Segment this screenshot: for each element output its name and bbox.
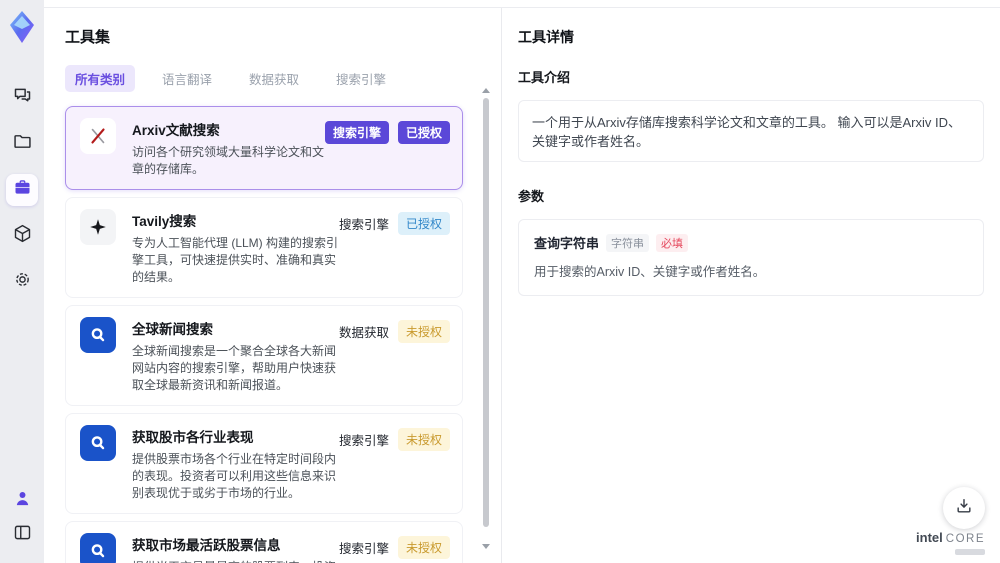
scroll-up-arrow-icon[interactable] xyxy=(482,88,490,93)
tab-data-fetch[interactable]: 数据获取 xyxy=(239,65,309,92)
tool-card-global-news[interactable]: 全球新闻搜索 全球新闻搜索是一个聚合全球各大新闻网站内容的搜索引擎，帮助用户快速… xyxy=(65,305,463,406)
tool-name: 全球新闻搜索 xyxy=(132,322,213,337)
gear-icon xyxy=(12,269,33,295)
user-icon xyxy=(12,488,33,514)
tool-list: Arxiv文献搜索 访问各个研究领域大量科学论文和文章的存储库。 搜索引擎 已授… xyxy=(65,106,463,563)
param-type-chip: 字符串 xyxy=(606,233,650,252)
tool-status-badge: 未授权 xyxy=(397,320,450,343)
param-card: 查询字符串 字符串 必填 用于搜索的Arxiv ID、关键字或作者姓名。 xyxy=(518,219,984,296)
download-icon xyxy=(954,496,974,521)
intel-wordmark: intel xyxy=(916,530,943,545)
param-name: 查询字符串 xyxy=(534,236,600,251)
tool-card-most-active-stocks[interactable]: 获取市场最活跃股票信息 提供当天交易量最高的股票列表，投资者可以利用这些信息来识… xyxy=(65,521,463,563)
sidebar-item-settings[interactable] xyxy=(6,266,38,298)
download-button[interactable] xyxy=(943,487,985,529)
tool-name: 获取市场最活跃股票信息 xyxy=(132,538,281,553)
sidebar-item-chat[interactable] xyxy=(6,82,38,114)
magnifier-blue-icon xyxy=(80,425,116,461)
intel-sub-badge xyxy=(955,549,985,555)
tool-description: 提供股票市场各个行业在特定时间段内的表现。投资者可以利用这些信息来识别表现优于或… xyxy=(132,452,337,500)
intel-core-logo: intel CORE xyxy=(916,529,985,555)
sidebar-item-files[interactable] xyxy=(6,128,38,160)
sidebar-collapse-button[interactable] xyxy=(6,519,38,551)
magnifier-blue-icon xyxy=(80,533,116,563)
briefcase-icon xyxy=(12,177,33,203)
details-title: 工具详情 xyxy=(518,29,574,45)
sparkle-icon xyxy=(80,209,116,245)
tool-description: 访问各个研究领域大量科学论文和文章的存储库。 xyxy=(132,145,325,176)
intro-heading: 工具介绍 xyxy=(518,70,571,85)
tool-category: 搜索引擎 xyxy=(338,434,389,448)
scroll-down-arrow-icon[interactable] xyxy=(482,544,490,549)
tool-category-badge: 搜索引擎 xyxy=(324,121,389,144)
app-root: 工具集 所有类别 语言翻译 数据获取 搜索引擎 Arxiv文献搜索 访问各个研究… xyxy=(0,0,1000,563)
tab-search-engine[interactable]: 搜索引擎 xyxy=(326,65,396,92)
param-required-chip: 必填 xyxy=(656,233,689,252)
params-heading: 参数 xyxy=(518,189,545,204)
tool-details-panel: 工具详情 工具介绍 一个用于从Arxiv存储库搜索科学论文和文章的工具。 输入可… xyxy=(501,8,1000,563)
tools-panel: 工具集 所有类别 语言翻译 数据获取 搜索引擎 Arxiv文献搜索 访问各个研究… xyxy=(44,8,501,563)
tab-language-translation[interactable]: 语言翻译 xyxy=(152,65,222,92)
sidebar xyxy=(0,0,44,563)
sidebar-item-packages[interactable] xyxy=(6,220,38,252)
tool-name: 获取股市各行业表现 xyxy=(132,430,254,445)
arxiv-chi-icon xyxy=(80,118,116,154)
scrollbar-thumb[interactable] xyxy=(483,98,489,527)
list-scrollbar[interactable] xyxy=(482,88,490,549)
tool-category: 搜索引擎 xyxy=(338,218,389,232)
window-top-edge xyxy=(44,0,1000,8)
tool-name: Tavily搜索 xyxy=(132,214,197,229)
intro-text-box: 一个用于从Arxiv存储库搜索科学论文和文章的工具。 输入可以是Arxiv ID… xyxy=(518,100,984,162)
page-title: 工具集 xyxy=(65,29,111,46)
tool-status-badge: 未授权 xyxy=(397,536,450,559)
tool-description: 专为人工智能代理 (LLM) 构建的搜索引擎工具，可快速提供实时、准确和真实的结… xyxy=(132,236,339,284)
tool-card-sector-performance[interactable]: 获取股市各行业表现 提供股票市场各个行业在特定时间段内的表现。投资者可以利用这些… xyxy=(65,413,463,514)
panel-toggle-icon xyxy=(12,522,33,548)
magnifier-blue-icon xyxy=(80,317,116,353)
chat-icon xyxy=(12,85,33,111)
tool-category: 数据获取 xyxy=(338,326,389,340)
sidebar-item-tools[interactable] xyxy=(6,174,38,206)
app-logo-gem-icon xyxy=(5,8,39,46)
tab-all-categories[interactable]: 所有类别 xyxy=(65,65,136,92)
tool-description: 全球新闻搜索是一个聚合全球各大新闻网站内容的搜索引擎，帮助用户快速获取全球最新资… xyxy=(132,344,337,392)
core-wordmark: CORE xyxy=(945,533,985,545)
tool-status-badge: 已授权 xyxy=(397,212,450,235)
cube-icon xyxy=(12,223,33,249)
tool-status-badge: 未授权 xyxy=(397,428,450,451)
tool-status-badge: 已授权 xyxy=(397,121,450,144)
folder-icon xyxy=(12,131,33,157)
param-description: 用于搜索的Arxiv ID、关键字或作者姓名。 xyxy=(534,265,766,279)
tool-card-tavily[interactable]: Tavily搜索 专为人工智能代理 (LLM) 构建的搜索引擎工具，可快速提供实… xyxy=(65,197,463,298)
tool-category: 搜索引擎 xyxy=(338,542,389,556)
sidebar-item-profile[interactable] xyxy=(6,485,38,517)
tool-description: 提供当天交易量最高的股票列表，投资者可以利用这些信息来识别流动性强的股票和潜在的… xyxy=(132,559,339,563)
tool-card-arxiv[interactable]: Arxiv文献搜索 访问各个研究领域大量科学论文和文章的存储库。 搜索引擎 已授… xyxy=(65,106,463,190)
tool-name: Arxiv文献搜索 xyxy=(132,123,220,138)
category-tabs: 所有类别 语言翻译 数据获取 搜索引擎 xyxy=(65,65,463,92)
